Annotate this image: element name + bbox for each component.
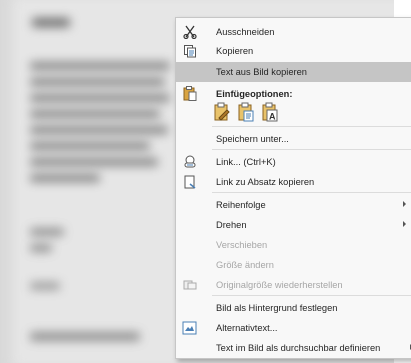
menu-item-label: Link... (Ctrl+K) bbox=[216, 156, 276, 167]
blurred-text bbox=[30, 282, 60, 290]
menu-item-resize: Größe ändern bbox=[176, 255, 411, 274]
blurred-text bbox=[30, 126, 168, 134]
menu-item-label: Originalgröße wiederherstellen bbox=[216, 279, 343, 290]
copy-icon bbox=[181, 42, 198, 59]
menu-item-label: Ausschneiden bbox=[216, 26, 275, 37]
alt-text-icon bbox=[181, 319, 198, 336]
menu-item-set-as-background[interactable]: Bild als Hintergrund festlegen bbox=[176, 298, 411, 317]
blurred-text bbox=[30, 158, 158, 166]
submenu-arrow-icon bbox=[403, 201, 406, 207]
menu-item-label: Reihenfolge bbox=[216, 199, 266, 210]
menu-item-label: Größe ändern bbox=[216, 259, 274, 270]
blurred-text bbox=[30, 110, 160, 118]
blurred-text bbox=[30, 228, 64, 236]
menu-item-label: Text aus Bild kopieren bbox=[216, 67, 307, 77]
context-menu: Ausschneiden Kopieren Text aus Bild kopi… bbox=[175, 17, 411, 359]
menu-item-label: Link zu Absatz kopieren bbox=[216, 176, 315, 187]
menu-separator bbox=[212, 126, 411, 127]
merge-formatting-icon[interactable] bbox=[236, 101, 256, 123]
blurred-text bbox=[30, 94, 170, 102]
menu-item-rotate[interactable]: Drehen bbox=[176, 215, 411, 234]
menu-item-cut[interactable]: Ausschneiden bbox=[176, 22, 411, 41]
menu-item-label: Alternativtext... bbox=[216, 322, 278, 333]
menu-item-label: Bild als Hintergrund festlegen bbox=[216, 302, 338, 313]
menu-separator bbox=[212, 149, 411, 150]
menu-separator bbox=[212, 295, 411, 296]
menu-separator bbox=[212, 192, 411, 193]
menu-item-label: Drehen bbox=[216, 219, 247, 230]
menu-item-label: Text im Bild als durchsuchbar definieren bbox=[216, 342, 381, 353]
submenu-arrow-icon bbox=[403, 221, 406, 227]
menu-item-order[interactable]: Reihenfolge bbox=[176, 195, 411, 214]
link-paragraph-icon bbox=[181, 173, 198, 190]
menu-item-copy[interactable]: Kopieren bbox=[176, 41, 411, 60]
blurred-text bbox=[30, 332, 140, 341]
blurred-text bbox=[30, 142, 150, 150]
keep-source-formatting-icon[interactable] bbox=[212, 101, 232, 123]
menu-item-label: Speichern unter... bbox=[216, 133, 289, 144]
clipboard-icon bbox=[181, 85, 198, 102]
link-icon bbox=[181, 153, 198, 170]
menu-item-link[interactable]: Link... (Ctrl+K) bbox=[176, 152, 411, 171]
menu-item-label: Kopieren bbox=[216, 45, 254, 56]
menu-item-copy-text-from-image[interactable]: Text aus Bild kopieren bbox=[176, 62, 411, 82]
menu-item-searchable-text[interactable]: Text im Bild als durchsuchbar definieren bbox=[176, 338, 411, 357]
reset-size-icon bbox=[181, 276, 198, 293]
paste-options-label: Einfügeoptionen: bbox=[216, 88, 293, 99]
menu-item-move: Verschieben bbox=[176, 235, 411, 254]
scissors-icon bbox=[181, 23, 198, 40]
menu-item-link-to-paragraph[interactable]: Link zu Absatz kopieren bbox=[176, 172, 411, 191]
keep-text-only-icon[interactable]: A bbox=[260, 101, 280, 123]
blurred-text bbox=[30, 62, 170, 70]
menu-item-restore-original-size: Originalgröße wiederherstellen bbox=[176, 275, 411, 294]
menu-item-save-as[interactable]: Speichern unter... bbox=[176, 129, 411, 148]
text-only-glyph: A bbox=[269, 112, 276, 122]
menu-item-label: Verschieben bbox=[216, 239, 268, 250]
menu-item-alt-text[interactable]: Alternativtext... bbox=[176, 318, 411, 337]
blurred-text bbox=[30, 78, 165, 86]
blurred-text bbox=[30, 244, 52, 252]
paste-options-row: A bbox=[212, 101, 280, 123]
blurred-text bbox=[32, 18, 70, 27]
blurred-text bbox=[30, 174, 100, 182]
